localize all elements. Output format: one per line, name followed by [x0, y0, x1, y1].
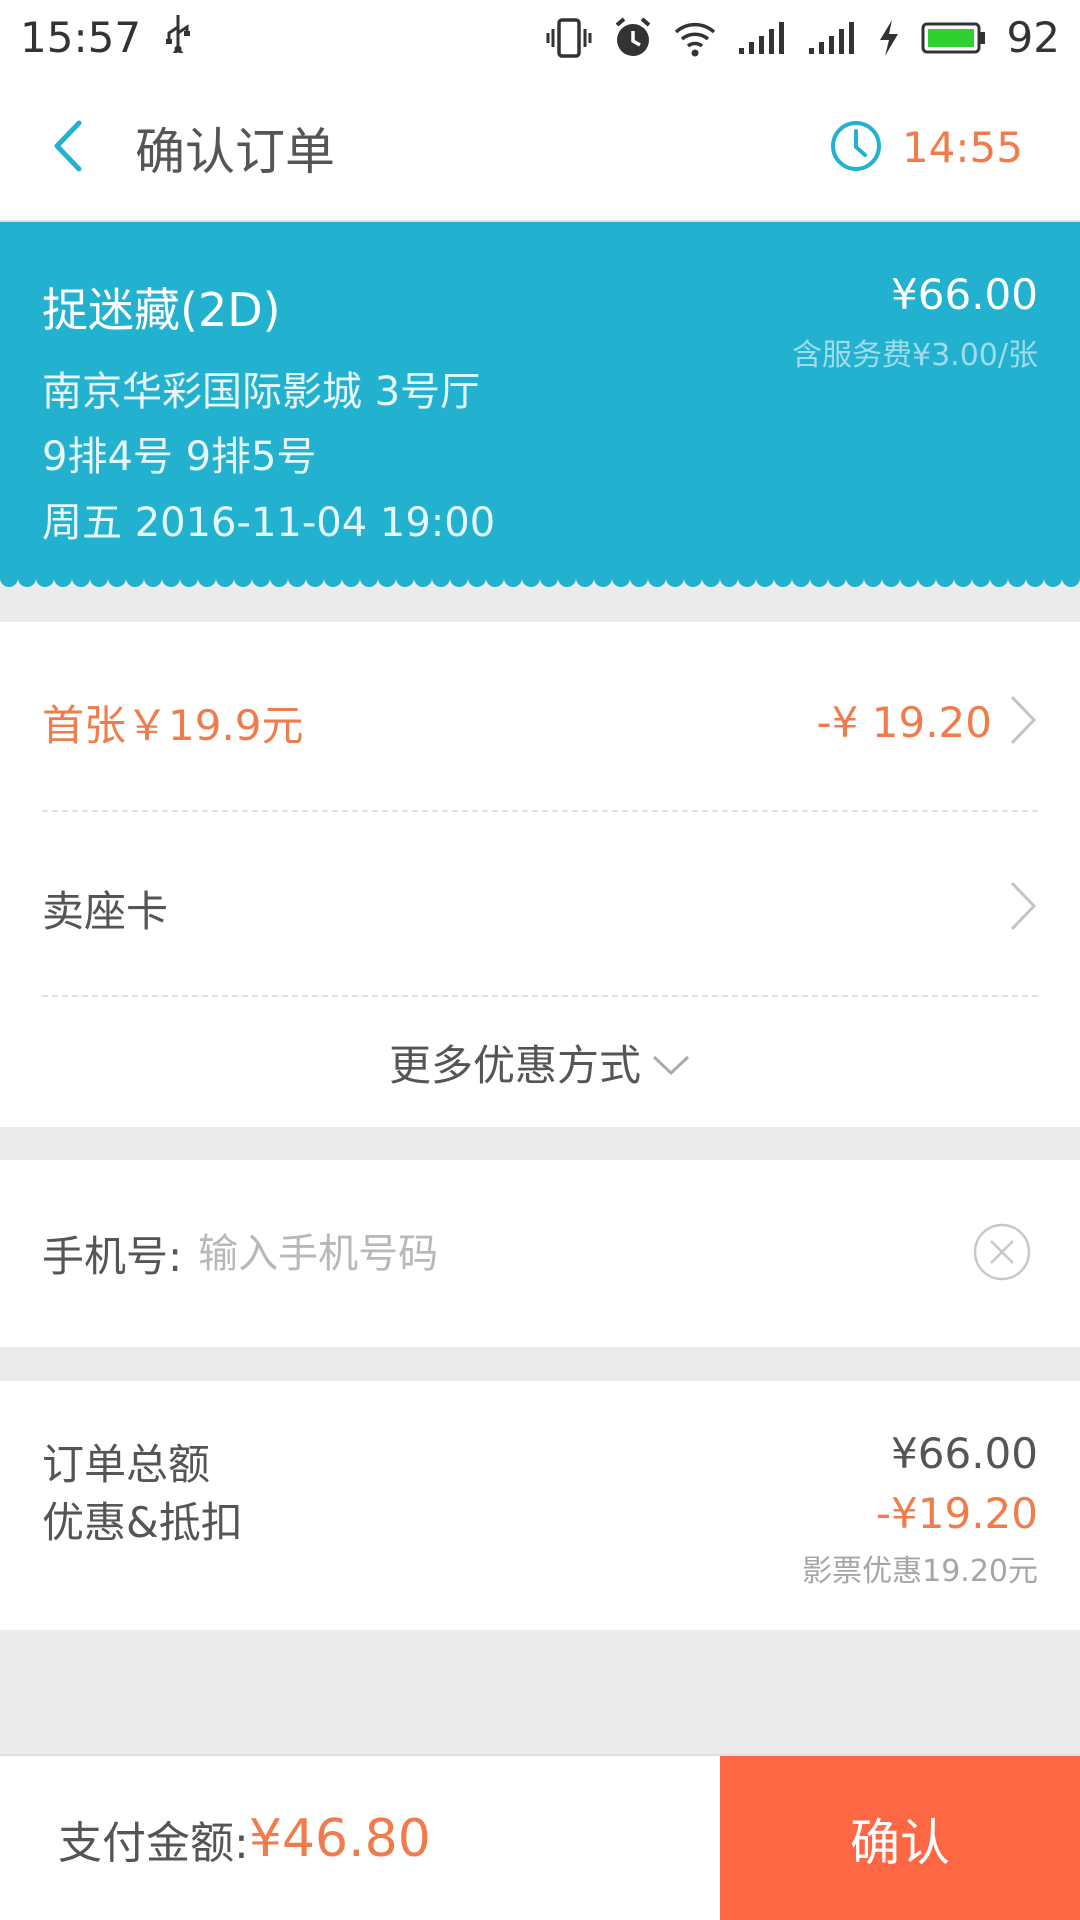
discount-card: 首张￥19.9元 -¥ 19.20 卖座卡 更多优惠方式 — [0, 622, 1080, 1127]
chevron-right-icon — [1008, 880, 1038, 936]
first-ticket-discount-label: 首张￥19.9元 — [42, 700, 304, 750]
pay-amount: ¥46.80 — [248, 1809, 431, 1869]
seat-card-label: 卖座卡 — [42, 886, 169, 936]
showtime: 周五 2016-11-04 19:00 — [42, 500, 496, 546]
wifi-icon — [673, 18, 717, 58]
order-total-label: 订单总额 — [42, 1440, 211, 1489]
ticket-scallop-edge — [0, 574, 1080, 590]
chevron-left-icon — [51, 119, 85, 177]
service-fee: 含服务费¥3.00/张 — [792, 338, 1038, 373]
battery-icon — [921, 20, 987, 56]
ticket-card: 捉迷藏(2D) 南京华彩国际影城 3号厅 9排4号 9排5号 周五 2016-1… — [0, 222, 1080, 582]
vibrate-icon — [545, 17, 593, 59]
seat-list: 9排4号 9排5号 — [42, 434, 317, 480]
signal-icon — [737, 20, 787, 56]
alarm-icon — [613, 16, 653, 59]
confirm-button[interactable]: 确认 — [720, 1756, 1080, 1920]
first-ticket-discount-row[interactable]: 首张￥19.9元 -¥ 19.20 — [42, 662, 1038, 782]
phone-input[interactable] — [198, 1230, 899, 1277]
order-summary: 订单总额 优惠&抵扣 ¥66.00 -¥19.20 影票优惠19.20元 — [0, 1381, 1080, 1630]
back-button[interactable] — [0, 74, 135, 221]
usb-icon — [163, 13, 193, 63]
more-discounts-toggle[interactable]: 更多优惠方式 — [0, 1022, 1080, 1102]
countdown-text: 14:55 — [901, 123, 1023, 172]
divider — [42, 995, 1038, 997]
order-total-value: ¥66.00 — [891, 1429, 1038, 1478]
phone-label: 手机号: — [42, 1232, 183, 1281]
chevron-down-icon — [651, 1038, 691, 1087]
pay-amount-area: 支付金额: ¥46.80 — [58, 1756, 431, 1920]
first-ticket-discount-amount: -¥ 19.20 — [816, 697, 992, 747]
status-time: 15:57 — [20, 13, 142, 62]
pay-label: 支付金额: — [58, 1818, 249, 1869]
ticket-price: ¥66.00 — [891, 270, 1038, 319]
chevron-right-icon — [1008, 694, 1038, 750]
more-discounts-label: 更多优惠方式 — [388, 1040, 641, 1090]
movie-title: 捉迷藏(2D) — [42, 283, 281, 337]
status-bar: 15:57 92 — [0, 0, 1080, 75]
discount-value: -¥19.20 — [875, 1489, 1038, 1538]
signal-icon — [807, 20, 857, 56]
discount-label: 优惠&抵扣 — [42, 1498, 243, 1547]
phone-card: 手机号: — [0, 1160, 1080, 1347]
payment-bar: 支付金额: ¥46.80 确认 — [0, 1754, 1080, 1920]
divider — [42, 810, 1038, 812]
countdown-timer: 14:55 — [828, 118, 1023, 178]
charging-icon — [877, 18, 901, 58]
clock-icon — [828, 118, 884, 178]
app-header: 确认订单 14:55 — [0, 75, 1080, 222]
page-title: 确认订单 — [135, 122, 335, 181]
clear-icon[interactable] — [972, 1222, 1032, 1286]
discount-note: 影票优惠19.20元 — [802, 1554, 1038, 1589]
cinema-hall: 南京华彩国际影城 3号厅 — [42, 369, 481, 415]
seat-card-row[interactable]: 卖座卡 — [42, 848, 1038, 968]
battery-level: 92 — [1006, 13, 1060, 62]
